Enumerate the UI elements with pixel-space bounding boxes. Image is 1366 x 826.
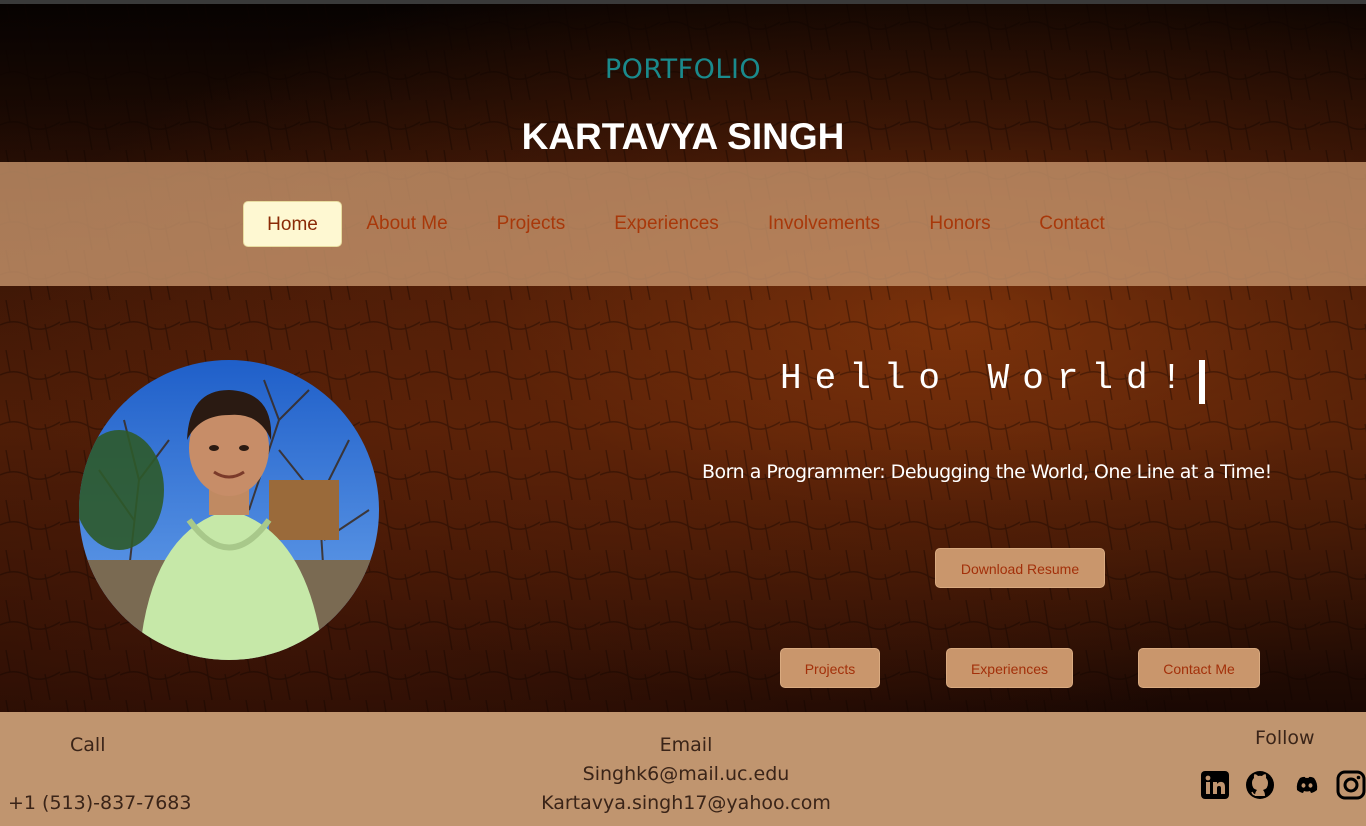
email-uc[interactable]: Singhk6@mail.uc.edu xyxy=(0,763,1366,785)
browser-top-edge xyxy=(0,0,1366,4)
nav-contact[interactable]: Contact xyxy=(1025,201,1119,247)
github-icon[interactable] xyxy=(1245,770,1275,800)
instagram-icon[interactable] xyxy=(1336,770,1366,800)
email-yahoo[interactable]: Kartavya.singh17@yahoo.com xyxy=(0,792,1366,814)
discord-icon[interactable] xyxy=(1292,770,1322,800)
hello-world-heading: Hello World! xyxy=(780,358,1196,399)
nav-involvements[interactable]: Involvements xyxy=(753,201,895,247)
nav-home[interactable]: Home xyxy=(243,201,342,247)
nav-honors[interactable]: Honors xyxy=(915,201,1005,247)
hero-tagline: Born a Programmer: Debugging the World, … xyxy=(702,461,1272,483)
download-resume-button[interactable]: Download Resume xyxy=(935,548,1105,588)
nav-projects[interactable]: Projects xyxy=(482,201,580,247)
projects-button[interactable]: Projects xyxy=(780,648,880,688)
experiences-button[interactable]: Experiences xyxy=(946,648,1073,688)
email-label: Email xyxy=(659,734,713,756)
typing-cursor xyxy=(1199,360,1205,404)
nav-about-me[interactable]: About Me xyxy=(352,201,462,247)
contact-me-button[interactable]: Contact Me xyxy=(1138,648,1260,688)
follow-label: Follow xyxy=(1255,727,1315,749)
linkedin-icon[interactable] xyxy=(1200,770,1230,800)
nav-experiences[interactable]: Experiences xyxy=(600,201,733,247)
portfolio-label: PORTFOLIO xyxy=(604,54,762,85)
profile-photo xyxy=(79,360,379,660)
main-navigation: Home About Me Projects Experiences Invol… xyxy=(0,162,1366,286)
site-owner-name: KARTAVYA SINGH xyxy=(521,116,845,157)
